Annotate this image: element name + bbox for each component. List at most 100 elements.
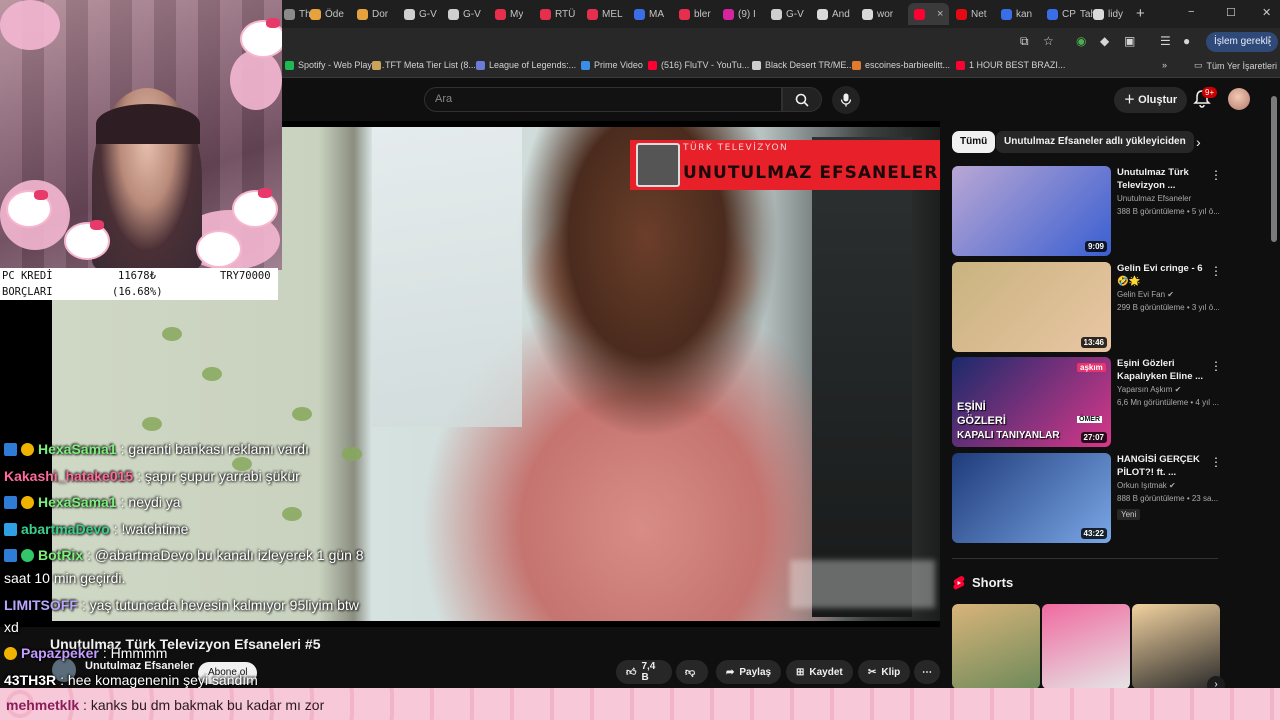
all-bookmarks-button[interactable]: ▭ Tüm Yer İşaretleri — [1194, 60, 1277, 71]
channel-name[interactable]: Unutulmaz Efsaneler — [85, 660, 194, 672]
profile-avatar-icon[interactable]: ● — [1183, 34, 1190, 48]
bookmark-star-icon[interactable]: ☆ — [1043, 34, 1054, 48]
dislike-button[interactable]: 👎︎ — [676, 660, 708, 684]
voice-search-button[interactable] — [832, 86, 860, 114]
new-tab-button[interactable]: + — [1136, 5, 1145, 22]
chat-message: LIMITSOFF: yaş tutuncada hevesin kalmıyo… — [4, 597, 359, 613]
browser-tab[interactable]: MA — [634, 3, 664, 25]
channel-name[interactable]: Unutulmaz Efsaneler — [1117, 194, 1191, 203]
video-menu-icon[interactable]: ⋮ — [1210, 168, 1222, 182]
bookmark-item[interactable]: TFT Meta Tier List (8... — [372, 60, 476, 70]
video-thumbnail[interactable]: 9:09 — [952, 166, 1111, 256]
video-menu-icon[interactable]: ⋮ — [1210, 359, 1222, 373]
channel-name[interactable]: Gelin Evi Fan ✔ — [1117, 290, 1174, 299]
browser-menu-icon[interactable]: ⋮ — [1264, 34, 1276, 48]
video-menu-icon[interactable]: ⋮ — [1210, 455, 1222, 469]
chips-next-arrow-icon[interactable]: › — [1196, 134, 1201, 150]
save-button[interactable]: ⊞ Kaydet — [786, 660, 853, 684]
browser-tab[interactable]: lidy — [1093, 3, 1123, 25]
browser-tab[interactable]: Net — [956, 3, 987, 25]
recommended-video[interactable]: 43:22 HANGİSİ GERÇEK PİLOT?! ft. ... Orkun… — [952, 453, 1222, 543]
create-button[interactable]: ＋ Oluştur — [1114, 87, 1188, 113]
browser-tab[interactable]: G-V — [771, 3, 804, 25]
browser-tab[interactable]: CP Tah — [1047, 3, 1096, 25]
channel-name[interactable]: Yaparsın Aşkım ✔ — [1117, 385, 1181, 394]
video-menu-icon[interactable]: ⋮ — [1210, 264, 1222, 278]
tab-label: Dor — [372, 8, 389, 20]
tab-label: G-V — [463, 8, 481, 20]
bookmark-item[interactable]: Prime Video — [581, 60, 643, 70]
channel-label: Unutulmaz Efsaneler — [1117, 194, 1192, 203]
browser-tab[interactable]: Öde — [310, 3, 344, 25]
wall-pattern-dot — [342, 447, 362, 461]
recommended-video[interactable]: 13:46 Gelin Evi cringe - 6 🤣🌟 Gelin Evi Fa… — [952, 262, 1222, 352]
bookmark-favicon-icon — [648, 60, 657, 70]
clip-button[interactable]: ✂ Klip — [858, 660, 911, 684]
tab-label: Net — [971, 8, 987, 20]
bookmark-icon: ⊞ — [796, 666, 805, 678]
shorts-thumbnail[interactable] — [1042, 604, 1130, 689]
channel-name[interactable]: Orkun Işıtmak ✔ — [1117, 481, 1176, 490]
like-button[interactable]: 👍︎ 7,4 B — [616, 660, 672, 684]
browser-tab[interactable]: wor — [862, 3, 893, 25]
browser-tab[interactable]: G-V — [404, 3, 437, 25]
bookmark-item[interactable]: 1 HOUR BEST BRAZI... — [956, 60, 1065, 70]
extensions-puzzle-icon[interactable]: ▣ — [1124, 34, 1135, 48]
minimize-icon[interactable]: − — [1188, 6, 1194, 18]
browser-tab[interactable]: And — [817, 3, 850, 25]
browser-tab[interactable]: kan — [1001, 3, 1032, 25]
chat-username: HexaSama1 — [38, 494, 117, 510]
recommended-video[interactable]: EŞİNİ GÖZLERİ KAPALI TANIYANLAR ÖMER aşkım 27… — [952, 357, 1222, 447]
browser-tab[interactable]: Dor — [357, 3, 388, 25]
wall-pattern-dot — [282, 507, 302, 521]
tab-close-icon[interactable]: × — [937, 8, 943, 20]
shorts-thumbnail[interactable] — [952, 604, 1040, 689]
browser-tab[interactable]: My — [495, 3, 523, 25]
bookmark-item[interactable]: League of Legends:... — [476, 60, 576, 70]
chat-message: HexaSama1: garanti bankası reklamı vardı — [4, 441, 309, 457]
video-title[interactable]: Eşini Gözleri Kapalıyken Eline ... — [1117, 357, 1205, 383]
maximize-icon[interactable]: ☐ — [1226, 6, 1236, 19]
sticker-bow — [258, 188, 272, 198]
bookmark-item[interactable]: escoines-barbieelitt... — [852, 60, 950, 70]
page-scrollbar[interactable] — [1271, 96, 1277, 242]
tab-favicon-icon — [404, 8, 415, 20]
tab-search-icon[interactable]: ☰ — [1160, 34, 1171, 48]
chip-from-uploader[interactable]: Unutulmaz Efsaneler adlı yükleyiciden — [996, 131, 1194, 153]
account-avatar[interactable] — [1228, 88, 1250, 110]
browser-tab[interactable]: MEL — [587, 3, 623, 25]
search-input[interactable]: Ara — [424, 87, 782, 112]
more-actions-button[interactable]: ⋯ — [914, 660, 940, 684]
video-title[interactable]: Unutulmaz Türk Televizyon ... — [1117, 166, 1205, 192]
video-thumbnail[interactable]: EŞİNİ GÖZLERİ KAPALI TANIYANLAR ÖMER aşkım 27… — [952, 357, 1111, 447]
video-title[interactable]: HANGİSİ GERÇEK PİLOT?! ft. ... — [1117, 453, 1205, 479]
thumbnail-text: GÖZLERİ — [957, 415, 1006, 427]
donation-stats-panel: PC KREDİ 11678₺ TRY70000 BORÇLARI (16.68… — [0, 268, 278, 300]
tab-label: lidy — [1108, 8, 1124, 20]
bookmark-item[interactable]: (516) FluTV - YouTu... — [648, 60, 749, 70]
browser-tab[interactable]: RTÜ — [540, 3, 575, 25]
recommended-video[interactable]: 9:09 Unutulmaz Türk Televizyon ... Unutulm… — [952, 166, 1222, 256]
tab-favicon-icon — [862, 8, 873, 20]
chip-all[interactable]: Tümü — [952, 131, 996, 153]
close-window-icon[interactable]: ✕ — [1262, 6, 1271, 19]
browser-tab[interactable]: bler — [679, 3, 711, 25]
video-thumbnail[interactable]: 13:46 — [952, 262, 1111, 352]
video-title[interactable]: Gelin Evi cringe - 6 🤣🌟 — [1117, 262, 1205, 288]
chat-message: xd — [4, 619, 19, 635]
browser-tab[interactable]: × — [908, 3, 950, 25]
shorts-thumbnail[interactable] — [1132, 604, 1220, 689]
extension-shield-icon[interactable]: ◉ — [1076, 34, 1086, 48]
extension-diamond-icon[interactable]: ◆ — [1100, 34, 1109, 48]
bookmark-item[interactable]: Black Desert TR/ME... — [752, 60, 854, 70]
bookmark-favicon-icon — [752, 60, 761, 70]
bookmarks-overflow-button[interactable]: » — [1162, 60, 1167, 70]
browser-tab[interactable]: G-V — [448, 3, 481, 25]
bookmark-item[interactable]: Spotify - Web Playe... — [285, 60, 384, 70]
cast-icon[interactable]: ⧉ — [1020, 34, 1029, 49]
share-button[interactable]: ➦ Paylaş — [716, 660, 782, 684]
browser-tab[interactable]: (9) I — [723, 3, 756, 25]
share-label: Paylaş — [739, 666, 772, 678]
search-button[interactable] — [782, 87, 822, 112]
video-thumbnail[interactable]: 43:22 — [952, 453, 1111, 543]
